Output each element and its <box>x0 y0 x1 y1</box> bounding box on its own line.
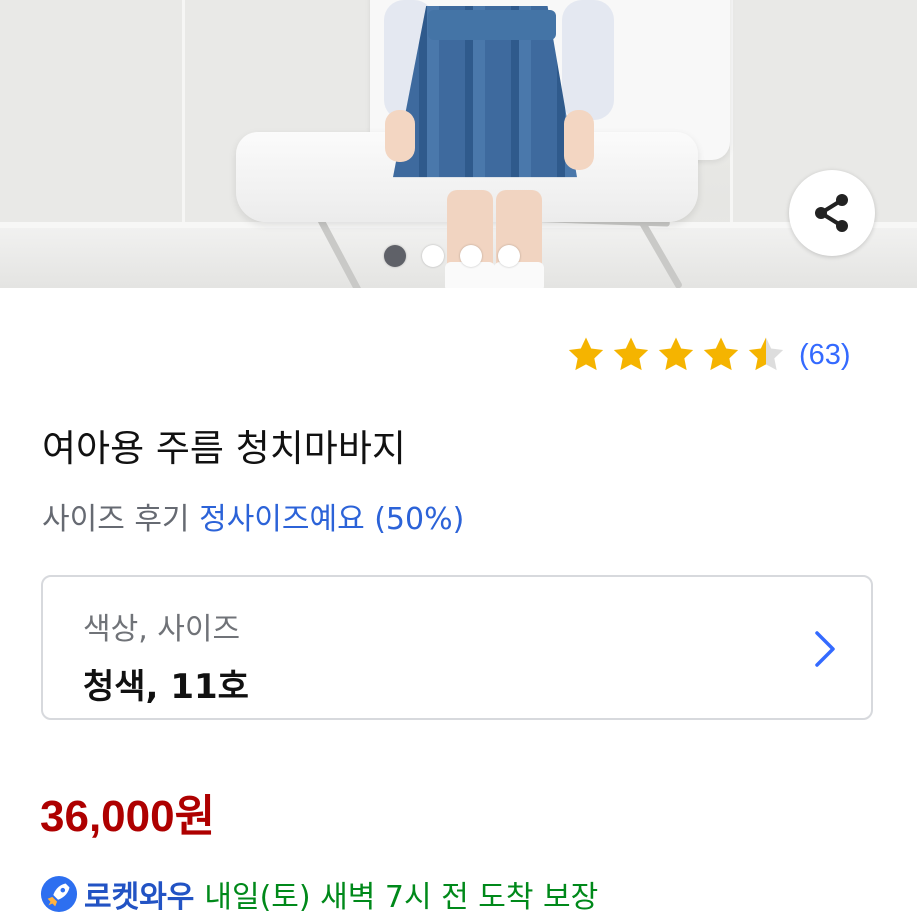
share-icon <box>815 194 848 232</box>
wall-panel <box>0 0 188 231</box>
product-title: 여아용 주름 청치마바지 <box>42 427 406 470</box>
review-count[interactable]: (63) <box>799 339 851 372</box>
rocket-wow-brand: 로켓와우 <box>84 880 195 915</box>
size-review-value[interactable]: 정사이즈예요 (50%) <box>199 502 464 537</box>
carousel-dot[interactable] <box>460 245 482 267</box>
size-review[interactable]: 사이즈 후기 정사이즈예요 (50%) <box>42 494 464 538</box>
option-label: 색상, 사이즈 <box>83 612 241 647</box>
half-star-icon <box>748 337 784 371</box>
star-icon <box>613 337 649 371</box>
delivery-info: 로켓와우 내일(토) 새벽 7시 전 도착 보장 <box>40 872 598 916</box>
carousel-indicator <box>384 244 520 268</box>
chevron-right-icon <box>815 631 835 667</box>
skirt-waistband <box>428 10 556 40</box>
model-hand <box>564 110 594 170</box>
share-button[interactable] <box>789 170 875 256</box>
option-selector[interactable]: 색상, 사이즈 청색, 11호 <box>41 575 873 720</box>
option-value: 청색, 11호 <box>83 667 249 707</box>
product-image[interactable] <box>0 0 917 288</box>
carousel-dot[interactable] <box>384 245 406 267</box>
carousel-dot[interactable] <box>422 245 444 267</box>
model-sleeve <box>562 0 614 120</box>
model-hand <box>385 110 415 162</box>
star-icon <box>568 337 604 371</box>
size-review-label: 사이즈 후기 <box>42 502 190 537</box>
star-icon <box>658 337 694 371</box>
rocket-icon <box>40 875 78 913</box>
delivery-message: 내일(토) 새벽 7시 전 도착 보장 <box>204 880 599 915</box>
rating[interactable]: (63) <box>566 334 851 376</box>
carousel-dot[interactable] <box>498 245 520 267</box>
star-icon <box>703 337 739 371</box>
price: 36,000원 <box>40 792 216 841</box>
